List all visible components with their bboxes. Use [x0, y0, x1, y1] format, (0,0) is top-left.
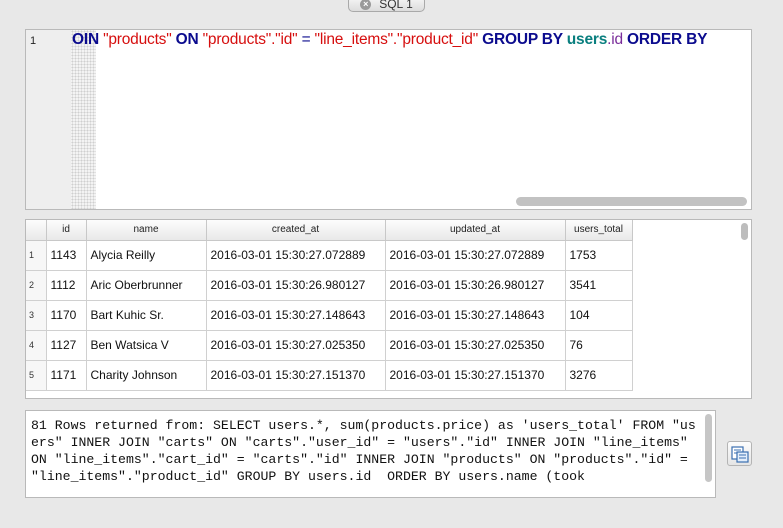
cell-id[interactable]: 1143: [46, 240, 87, 271]
table-row[interactable]: 1 1143 Alycia Reilly 2016-03-01 15:30:27.07…: [26, 240, 633, 271]
tab-label: SQL 1: [379, 0, 413, 11]
cell-name[interactable]: Alycia Reilly: [86, 240, 207, 271]
table-row[interactable]: 2 1112 Aric Oberbrunner 2016-03-01 15:30:26…: [26, 270, 633, 301]
column-header-updated-at[interactable]: updated_at: [385, 220, 566, 241]
vertical-scrollbar[interactable]: [741, 223, 748, 240]
cell-created-at[interactable]: 2016-03-01 15:30:27.148643: [206, 300, 386, 331]
sql-token: =: [297, 31, 315, 48]
row-number: 2: [26, 270, 47, 301]
column-header-name[interactable]: name: [86, 220, 207, 241]
query-message-panel[interactable]: 81 Rows returned from: SELECT users.*, s…: [25, 410, 716, 498]
sql-token: "products": [103, 31, 172, 48]
cell-users-total[interactable]: 3541: [565, 270, 633, 301]
sql-token: ON: [171, 31, 203, 48]
cell-updated-at[interactable]: 2016-03-01 15:30:27.072889: [385, 240, 566, 271]
cell-name[interactable]: Charity Johnson: [86, 360, 207, 391]
cell-id[interactable]: 1112: [46, 270, 87, 301]
cell-created-at[interactable]: 2016-03-01 15:30:27.151370: [206, 360, 386, 391]
sql-token: GROUP BY: [478, 31, 567, 48]
cell-name[interactable]: Bart Kuhic Sr.: [86, 300, 207, 331]
results-grid[interactable]: id name created_at updated_at users_total 11…: [25, 219, 752, 399]
close-icon[interactable]: ×: [360, 0, 372, 10]
table-row[interactable]: 4 1127 Ben Watsica V 2016-03-01 15:30:27.02…: [26, 330, 633, 361]
row-number: 3: [26, 300, 47, 331]
cell-created-at[interactable]: 2016-03-01 15:30:27.025350: [206, 330, 386, 361]
row-number: 4: [26, 330, 47, 361]
export-icon: [731, 446, 749, 463]
sql-token: "products"."id": [202, 31, 298, 48]
column-header-created-at[interactable]: created_at: [206, 220, 386, 241]
cell-name[interactable]: Ben Watsica V: [86, 330, 207, 361]
export-button[interactable]: [727, 441, 752, 466]
row-number: 5: [26, 360, 47, 391]
column-header-users-total[interactable]: users_total: [565, 220, 633, 241]
cell-created-at[interactable]: 2016-03-01 15:30:26.980127: [206, 270, 386, 301]
cell-id[interactable]: 1170: [46, 300, 87, 331]
row-number: 1: [26, 240, 47, 271]
cell-updated-at[interactable]: 2016-03-01 15:30:26.980127: [385, 270, 566, 301]
sql-token: OIN: [72, 31, 104, 48]
cell-users-total[interactable]: 76: [565, 330, 633, 361]
row-number-header: [26, 220, 47, 241]
sql-token: "line_items"."product_id": [314, 31, 479, 48]
line-number: 1: [30, 35, 37, 47]
sql-editor[interactable]: 1 OIN "products" ON "products"."id" = "l…: [25, 29, 752, 210]
code-line[interactable]: OIN "products" ON "products"."id" = "lin…: [72, 31, 707, 49]
cell-updated-at[interactable]: 2016-03-01 15:30:27.025350: [385, 330, 566, 361]
query-message-text: 81 Rows returned from: SELECT users.*, s…: [31, 418, 696, 484]
table-row[interactable]: 5 1171 Charity Johnson 2016-03-01 15:30:27.…: [26, 360, 633, 391]
header-row: id name created_at updated_at users_total: [26, 220, 633, 241]
cell-id[interactable]: 1127: [46, 330, 87, 361]
table-row[interactable]: 3 1170 Bart Kuhic Sr. 2016-03-01 15:30:27.1…: [26, 300, 633, 331]
fold-strip: [71, 30, 96, 209]
horizontal-scrollbar[interactable]: [516, 197, 747, 206]
cell-created-at[interactable]: 2016-03-01 15:30:27.072889: [206, 240, 386, 271]
sql-token: .id: [607, 31, 623, 48]
cell-updated-at[interactable]: 2016-03-01 15:30:27.151370: [385, 360, 566, 391]
cell-id[interactable]: 1171: [46, 360, 87, 391]
cell-users-total[interactable]: 1753: [565, 240, 633, 271]
line-number-gutter: 1: [26, 30, 71, 209]
cell-name[interactable]: Aric Oberbrunner: [86, 270, 207, 301]
column-header-id[interactable]: id: [46, 220, 87, 241]
cell-users-total[interactable]: 104: [565, 300, 633, 331]
cell-updated-at[interactable]: 2016-03-01 15:30:27.148643: [385, 300, 566, 331]
sql-token: ORDER BY: [622, 31, 708, 48]
tab-sql-1[interactable]: × SQL 1: [348, 0, 425, 12]
sql-token: users: [566, 31, 608, 48]
cell-users-total[interactable]: 3276: [565, 360, 633, 391]
message-scrollbar[interactable]: [705, 414, 712, 482]
